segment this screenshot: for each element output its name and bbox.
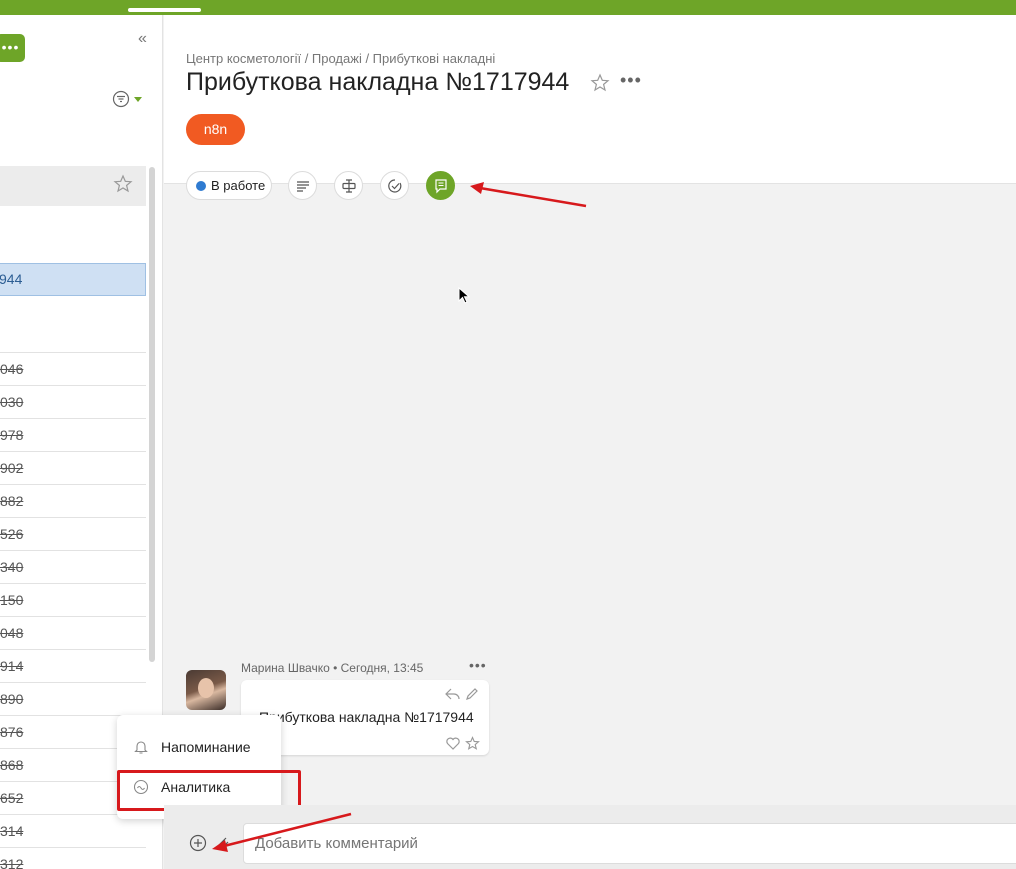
scrollbar[interactable] — [149, 167, 155, 662]
bell-icon — [134, 741, 148, 754]
list-item[interactable]: 978 — [0, 418, 146, 451]
breadcrumb[interactable]: Центр косметології / Продажі / Прибутков… — [186, 51, 495, 66]
star-icon[interactable] — [113, 174, 133, 194]
collapse-panel-icon[interactable]: « — [138, 30, 147, 48]
tasks-button[interactable] — [380, 171, 409, 200]
reply-icon[interactable] — [445, 687, 460, 706]
list-item[interactable]: 048 — [0, 616, 146, 649]
comment-input[interactable] — [243, 823, 1016, 864]
more-options-icon[interactable]: ••• — [620, 70, 642, 91]
menu-item-reminder[interactable]: Напоминание — [117, 728, 281, 766]
list-item[interactable]: 890 — [0, 682, 146, 715]
add-plus-icon[interactable] — [188, 833, 208, 853]
list-item[interactable]: 046 — [0, 352, 146, 385]
star-icon[interactable] — [465, 736, 480, 756]
top-navigation-bar — [0, 0, 1016, 15]
comment-text: Прибуткова накладна №1717944 — [259, 709, 474, 725]
mouse-cursor-icon — [458, 287, 470, 304]
description-button[interactable] — [288, 171, 317, 200]
list-item[interactable]: 914 — [0, 649, 146, 682]
fields-button[interactable] — [334, 171, 363, 200]
filter-icon[interactable] — [112, 90, 144, 108]
active-tab-indicator — [128, 8, 201, 12]
avatar[interactable] — [186, 670, 226, 710]
text-lines-icon — [297, 181, 309, 192]
edit-icon[interactable] — [465, 687, 479, 706]
star-icon[interactable] — [590, 73, 610, 93]
attach-icon[interactable] — [213, 833, 231, 853]
status-label: В работе — [211, 178, 266, 193]
comment-more-icon[interactable]: ••• — [469, 657, 487, 673]
field-icon — [342, 179, 356, 193]
page-title: Прибуткова накладна №1717944 — [186, 68, 570, 96]
check-circle-icon — [388, 179, 402, 193]
status-button[interactable]: В работе — [186, 171, 272, 200]
list-item[interactable]: 312 — [0, 847, 146, 869]
document-header: Центр косметології / Продажі / Прибутков… — [164, 15, 1016, 184]
tag-badge[interactable]: n8n — [186, 114, 245, 145]
heart-icon[interactable] — [446, 737, 460, 755]
list-item-selected[interactable]: 944 — [0, 263, 146, 296]
comment-author-time: Марина Швачко • Сегодня, 13:45 — [241, 661, 424, 675]
more-menu-button[interactable]: ••• — [0, 34, 25, 62]
list-item[interactable]: 340 — [0, 550, 146, 583]
comments-button[interactable] — [426, 171, 455, 200]
list-item[interactable]: 030 — [0, 385, 146, 418]
chat-icon — [435, 179, 447, 194]
document-toolbar: В работе — [186, 171, 466, 200]
list-item[interactable]: 526 — [0, 517, 146, 550]
status-dot — [196, 181, 206, 191]
annotation-arrow — [479, 186, 587, 208]
menu-item-label: Напоминание — [161, 739, 251, 755]
list-item[interactable]: 902 — [0, 451, 146, 484]
list-item[interactable]: 882 — [0, 484, 146, 517]
list-item[interactable]: 150 — [0, 583, 146, 616]
